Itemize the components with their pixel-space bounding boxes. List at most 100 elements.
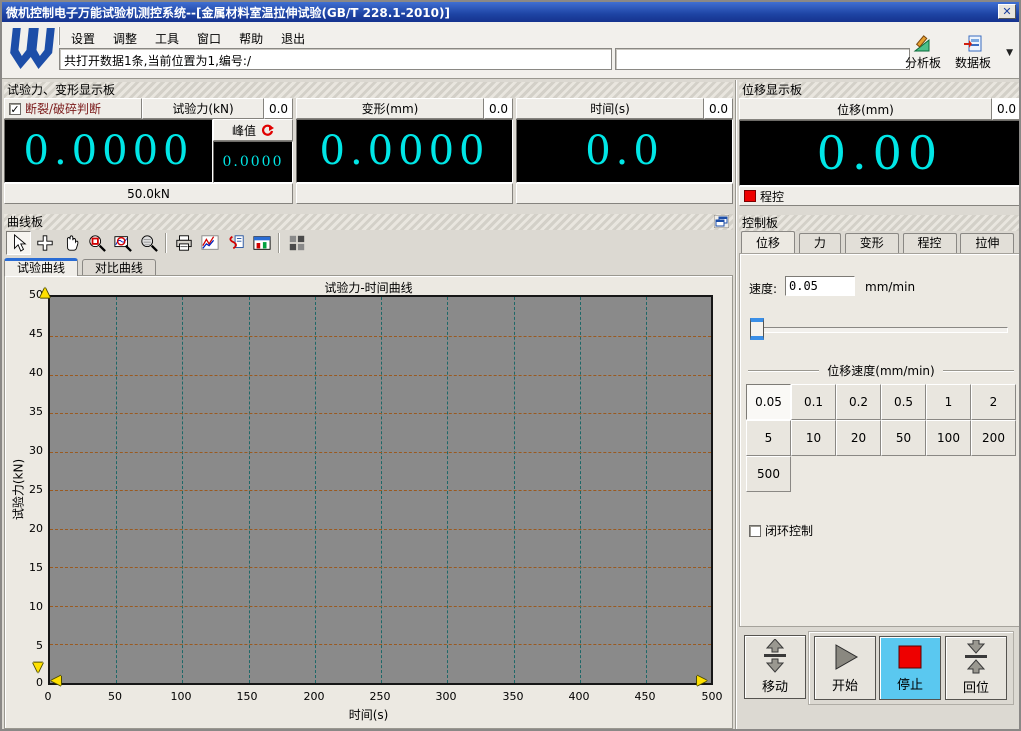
speed-option-button[interactable]: 5 bbox=[746, 420, 791, 456]
speed-button-grid: 0.05 0.1 0.2 0.5 1 2 5 10 20 50 100 200 … bbox=[746, 384, 1016, 492]
menu-tools[interactable]: 工具 bbox=[148, 28, 186, 49]
menu-bar: 设置 调整 工具 窗口 帮助 退出 bbox=[64, 28, 312, 49]
force-value: 0.0000 bbox=[4, 119, 213, 183]
app-window: 微机控制电子万能试验机测控系统--[金属材料室温拉伸试验(GB/T 228.1-… bbox=[0, 0, 1021, 731]
tab-displacement[interactable]: 位移 bbox=[741, 231, 796, 253]
zoom-curve-icon[interactable] bbox=[110, 231, 135, 255]
menu-help[interactable]: 帮助 bbox=[232, 28, 270, 49]
toolbar-grip bbox=[58, 27, 60, 45]
x-tick: 200 bbox=[303, 690, 325, 703]
y-tick: 40 bbox=[29, 366, 43, 379]
copy-curve-icon[interactable] bbox=[223, 231, 248, 255]
x-tick: 300 bbox=[435, 690, 457, 703]
empty-status-field[interactable] bbox=[615, 48, 910, 70]
force-panel-header: 试验力、变形显示板 bbox=[4, 82, 733, 98]
speed-option-button[interactable]: 2 bbox=[971, 384, 1016, 420]
deform-footer bbox=[296, 183, 513, 204]
slider-track[interactable] bbox=[754, 327, 1008, 333]
break-detect-label: 断裂/破碎判断 bbox=[25, 102, 102, 116]
slider-thumb[interactable] bbox=[750, 318, 764, 340]
curve-style-icon[interactable] bbox=[197, 231, 222, 255]
control-panel-header: 控制板 bbox=[739, 215, 1019, 231]
zoom-rect-icon[interactable] bbox=[84, 231, 109, 255]
peak-label: 峰值 bbox=[231, 123, 256, 138]
chart-container: 试验力-时间曲线 50 45 40 35 30 25 20 15 10 5 0 … bbox=[4, 275, 733, 729]
y-min-marker[interactable]: ▼ bbox=[33, 660, 43, 675]
crosshair-icon[interactable] bbox=[32, 231, 57, 255]
force-display: ✓ 断裂/破碎判断 试验力(kN) 0.0 0.0000 峰值 0.0000 5… bbox=[4, 98, 293, 205]
analysis-board-button[interactable]: 分析板 bbox=[899, 35, 947, 71]
speed-option-button[interactable]: 100 bbox=[926, 420, 971, 456]
tab-deform[interactable]: 变形 bbox=[844, 233, 899, 253]
displacement-header[interactable]: 位移(mm) bbox=[739, 98, 992, 120]
print-icon[interactable] bbox=[171, 231, 196, 255]
force-header[interactable]: 试验力(kN) bbox=[142, 98, 264, 119]
menu-window[interactable]: 窗口 bbox=[190, 28, 228, 49]
home-button[interactable]: 回位 bbox=[945, 636, 1007, 700]
speed-input[interactable] bbox=[785, 276, 855, 296]
displacement-value: 0.00 bbox=[739, 120, 1019, 186]
speed-option-button[interactable]: 0.1 bbox=[791, 384, 836, 420]
speed-slider[interactable] bbox=[740, 318, 1019, 342]
program-mode-indicator bbox=[744, 190, 756, 202]
displacement-corner-value: 0.0 bbox=[992, 98, 1019, 120]
toolbar-more-icon[interactable]: ▼ bbox=[1006, 48, 1013, 58]
time-footer bbox=[516, 183, 733, 204]
speed-option-button[interactable]: 50 bbox=[881, 420, 926, 456]
peak-value: 0.0000 bbox=[213, 141, 293, 183]
data-board-icon bbox=[964, 35, 982, 52]
closed-loop-label: 闭环控制 bbox=[765, 524, 814, 538]
x-min-marker[interactable]: ◀ bbox=[51, 673, 61, 688]
closed-loop-checkbox[interactable] bbox=[749, 524, 761, 537]
y-tick: 0 bbox=[36, 676, 43, 689]
grid-pattern-icon[interactable] bbox=[284, 231, 309, 255]
deform-header[interactable]: 变形(mm) bbox=[296, 98, 484, 119]
stop-button[interactable]: 停止 bbox=[879, 636, 941, 700]
data-board-label: 数据板 bbox=[954, 56, 991, 70]
hand-icon[interactable] bbox=[58, 231, 83, 255]
y-max-marker[interactable]: ▲ bbox=[40, 285, 50, 300]
time-header[interactable]: 时间(s) bbox=[516, 98, 704, 119]
move-button[interactable]: 移动 bbox=[744, 635, 806, 699]
close-icon[interactable]: ✕ bbox=[998, 4, 1016, 19]
start-button[interactable]: 开始 bbox=[814, 636, 876, 700]
speed-option-button[interactable]: 20 bbox=[836, 420, 881, 456]
title-bar[interactable]: 微机控制电子万能试验机测控系统--[金属材料室温拉伸试验(GB/T 228.1-… bbox=[2, 2, 1019, 22]
tab-test-curve[interactable]: 试验曲线 bbox=[4, 258, 79, 276]
speed-option-button[interactable]: 0.05 bbox=[746, 384, 791, 420]
y-tick: 5 bbox=[36, 639, 43, 652]
restore-window-icon[interactable] bbox=[714, 215, 729, 228]
peak-bar[interactable]: 峰值 bbox=[213, 119, 293, 141]
y-tick: 45 bbox=[29, 327, 43, 340]
x-tick: 350 bbox=[502, 690, 524, 703]
speed-option-button[interactable]: 0.5 bbox=[881, 384, 926, 420]
chart-plot-area[interactable] bbox=[48, 295, 713, 685]
x-tick: 100 bbox=[170, 690, 192, 703]
tab-tensile[interactable]: 拉伸 bbox=[960, 233, 1015, 253]
break-detect-checkbox[interactable]: ✓ bbox=[9, 102, 21, 115]
speed-option-button[interactable]: 200 bbox=[971, 420, 1016, 456]
peak-reset-icon[interactable] bbox=[261, 124, 274, 137]
cursor-icon[interactable] bbox=[6, 231, 31, 255]
tab-force[interactable]: 力 bbox=[798, 233, 841, 253]
speed-option-button[interactable]: 10 bbox=[791, 420, 836, 456]
x-max-marker[interactable]: ▶ bbox=[697, 673, 707, 688]
toolbar-separator bbox=[165, 233, 167, 253]
stop-square-icon bbox=[898, 645, 922, 669]
speed-option-button[interactable]: 1 bbox=[926, 384, 971, 420]
zoom-out-icon[interactable] bbox=[136, 231, 161, 255]
speed-option-button[interactable]: 500 bbox=[746, 456, 791, 492]
speed-option-button[interactable]: 0.2 bbox=[836, 384, 881, 420]
displacement-panel-header: 位移显示板 bbox=[739, 82, 1019, 98]
menu-adjust[interactable]: 调整 bbox=[106, 28, 144, 49]
panel-divider[interactable] bbox=[735, 80, 737, 729]
menu-settings[interactable]: 设置 bbox=[64, 28, 102, 49]
menu-exit[interactable]: 退出 bbox=[274, 28, 312, 49]
data-board-button[interactable]: 数据板 bbox=[949, 35, 997, 71]
data-status-field[interactable]: 共打开数据1条,当前位置为1,编号:/ bbox=[59, 48, 612, 70]
closed-loop-row: 闭环控制 bbox=[749, 522, 813, 539]
x-axis-label: 时间(s) bbox=[348, 708, 389, 722]
tab-program[interactable]: 程控 bbox=[902, 233, 957, 253]
panel-config-icon[interactable] bbox=[249, 231, 274, 255]
toolbar-separator bbox=[278, 233, 280, 253]
